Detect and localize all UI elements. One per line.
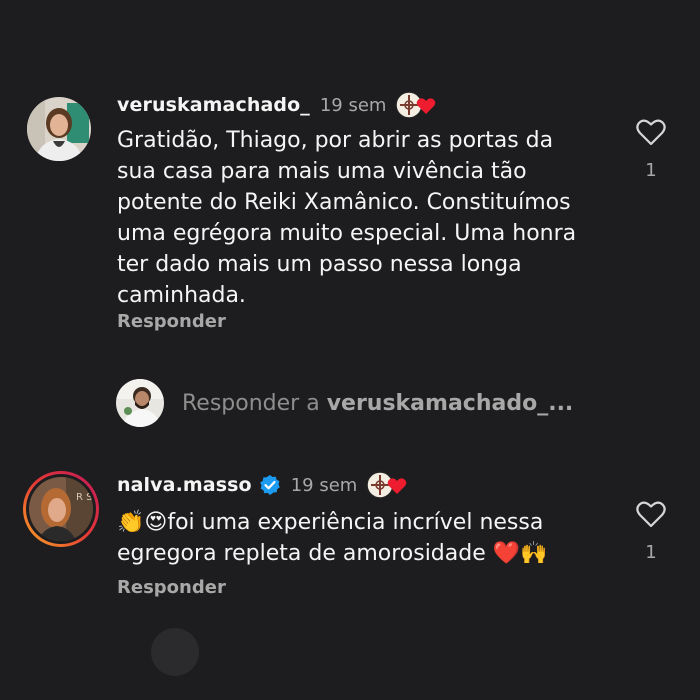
user-avatar-icon: R S (23, 471, 99, 547)
username[interactable]: veruskamachado_ (117, 94, 310, 116)
like-count: 1 (645, 160, 657, 181)
heart-outline-icon (636, 501, 666, 528)
scroll-fade (145, 622, 305, 682)
reply-input-placeholder[interactable]: Responder a veruskamachado_... (182, 391, 573, 416)
username[interactable]: nalva.masso (117, 474, 252, 496)
creator-heart-badge-icon (394, 90, 438, 120)
avatar[interactable]: R S (22, 470, 100, 548)
reply-button[interactable]: Responder (117, 577, 226, 598)
verified-badge-icon (259, 474, 281, 496)
like-count: 1 (645, 542, 657, 563)
comment-text: Gratidão, Thiago, por abrir as portas da… (117, 128, 577, 308)
user-avatar-icon (116, 379, 164, 427)
like-button[interactable]: 1 (631, 500, 671, 563)
comment-header: nalva.masso 19 sem (117, 470, 409, 500)
avatar[interactable] (27, 97, 91, 161)
comment-text: 👏😍foi uma experiência incrível nessa egr… (117, 510, 548, 566)
user-avatar-icon (27, 97, 91, 161)
like-button[interactable]: 1 (631, 118, 671, 181)
avatar (116, 379, 164, 427)
creator-heart-badge-icon (365, 470, 409, 500)
heart-outline-icon (636, 119, 666, 146)
reply-button[interactable]: Responder (117, 311, 226, 332)
timestamp: 19 sem (319, 94, 387, 116)
reply-composer[interactable]: Responder a veruskamachado_... (116, 378, 573, 428)
comments-screen: veruskamachado_ 19 sem Gratidão, Thiago,… (0, 0, 700, 700)
comment-header: veruskamachado_ 19 sem (117, 90, 438, 120)
timestamp: 19 sem (290, 474, 358, 496)
